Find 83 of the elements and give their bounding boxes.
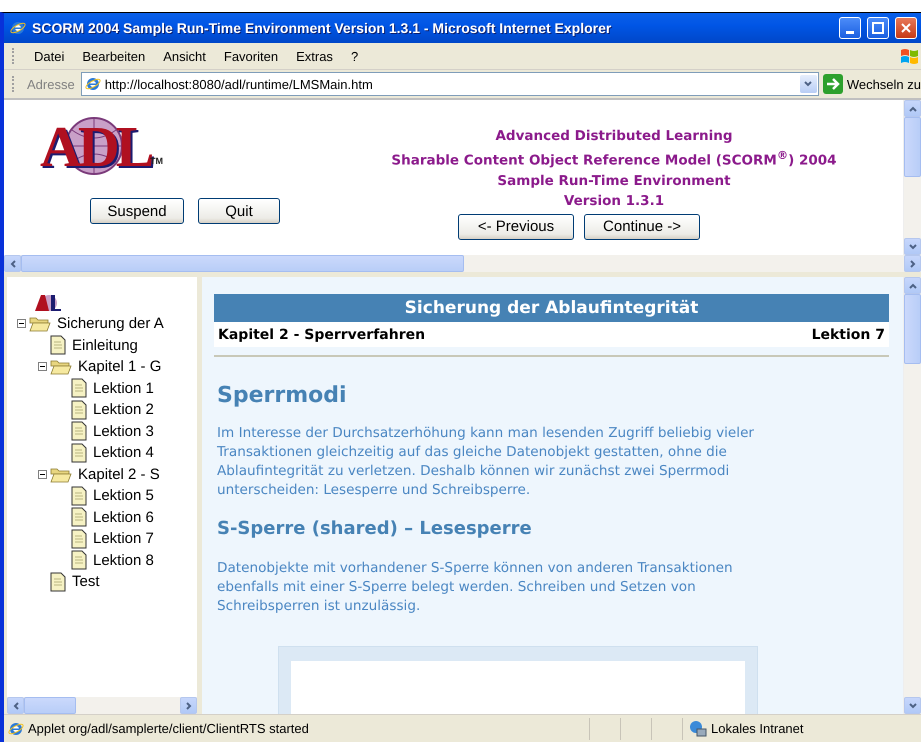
minimize-icon <box>846 30 854 34</box>
minimize-button[interactable] <box>839 17 861 39</box>
maximize-icon <box>872 22 884 34</box>
browser-icon <box>8 720 24 736</box>
header-button[interactable]: Suspend <box>90 198 184 224</box>
navigation-button[interactable]: Continue -> <box>584 214 700 240</box>
navigation-button[interactable]: <- Previous <box>458 214 574 240</box>
tree-item[interactable]: Test <box>72 573 100 590</box>
section-heading: Sperrmodi <box>217 383 347 408</box>
horizontal-scrollbar[interactable] <box>7 697 197 714</box>
body-paragraph: Im Interesse der Durchsatzerhöhung kann man lesenden Zugriff beliebig vieler Transaktionen gleichzeitig auf das gleiche Datenobjekt gestatten, ohne die Ablaufintegrität zu verletzen. Deshalb können wir zunächst zwei Sperrmodi unterscheiden: Lesesperre und Schreibsperre. <box>217 424 756 500</box>
header-title: Advanced Distributed Learning <box>495 127 733 146</box>
tree-item[interactable]: Lektion 1 <box>93 380 154 397</box>
zone-label: Lokales Intranet <box>711 721 804 736</box>
document-icon <box>71 421 87 442</box>
logo: ADLTM <box>39 113 164 181</box>
tree-item[interactable]: Lektion 3 <box>93 422 154 440</box>
scrollbar-thumb[interactable] <box>21 255 464 272</box>
open-folder-icon <box>29 315 51 332</box>
menu-item[interactable]: Datei <box>27 46 72 66</box>
tree-item[interactable]: Kapitel 2 - S <box>78 466 160 483</box>
scrollbar-thumb[interactable] <box>904 117 921 177</box>
go-button[interactable]: Wechseln zu <box>846 76 921 92</box>
scrollbar-thumb[interactable] <box>24 697 76 714</box>
tree-item[interactable]: Lektion 4 <box>93 444 154 462</box>
document-icon <box>71 378 87 398</box>
vertical-scrollbar[interactable] <box>903 100 921 255</box>
tree-item[interactable]: Einleitung <box>72 336 138 354</box>
arrow-down-icon <box>908 242 918 252</box>
document-icon <box>71 550 87 570</box>
arrow-down-icon <box>908 700 918 710</box>
status-message: Applet org/adl/samplerte/client/ClientRTS started <box>28 721 309 736</box>
arrow-right-icon <box>908 258 918 268</box>
menu-item[interactable]: Extras <box>289 46 340 66</box>
document-icon <box>71 442 87 463</box>
tree-item[interactable]: Lektion 7 <box>93 530 154 548</box>
header-title: Version 1.3.1 <box>564 192 664 210</box>
menu-item[interactable]: Ansicht <box>156 46 213 66</box>
browser-icon <box>84 76 101 92</box>
close-icon <box>900 22 912 34</box>
address-label: Adresse <box>27 76 75 92</box>
collapse-toggle[interactable] <box>38 470 47 479</box>
window-title: SCORM 2004 Sample Run-Time Environment Version 1.3.1 - Microsoft Internet Explorer <box>32 20 612 36</box>
windows-flag-icon <box>899 46 921 66</box>
dropdown-button[interactable] <box>800 75 817 93</box>
arrow-right-icon <box>184 700 194 710</box>
address-field[interactable]: http://localhost:8080/adl/runtime/LMSMain.htm <box>80 72 819 96</box>
subsection-heading: S-Sperre (shared) – Lesesperre <box>217 518 532 539</box>
document-icon <box>71 400 87 420</box>
tree-item[interactable]: Lektion 2 <box>93 401 154 418</box>
open-folder-icon <box>50 466 72 483</box>
browser-icon <box>10 20 26 36</box>
vertical-scrollbar[interactable] <box>903 277 921 714</box>
scrollbar-thumb[interactable] <box>904 294 921 364</box>
lesson-label: Lektion 7 <box>812 326 885 342</box>
horizontal-scrollbar[interactable] <box>4 255 921 272</box>
collapse-toggle[interactable] <box>38 362 47 372</box>
header-button[interactable]: Quit <box>198 198 280 224</box>
document-icon <box>71 528 87 549</box>
open-folder-icon <box>50 358 72 376</box>
network-icon <box>689 720 707 738</box>
tree-item[interactable]: Lektion 8 <box>93 552 154 569</box>
header-title: Sharable Content Object Reference Model (SCORM$^{®}$) 2004 <box>391 148 837 170</box>
page-title: Sicherung der Ablaufintegrität <box>214 294 889 322</box>
maximize-button[interactable] <box>867 17 889 39</box>
document-icon <box>71 486 87 506</box>
document-icon <box>71 507 87 528</box>
logo-icon <box>33 293 61 313</box>
menu-item[interactable]: Bearbeiten <box>75 46 152 66</box>
arrow-down-icon <box>803 79 814 89</box>
body-paragraph: Datenobjekte mit vorhandener S-Sperre können von anderen Transaktionen ebenfalls mit einer S-Sperre belegt werden. Schreiben und Setzen von Schreibsperren ist unzulässig. <box>217 559 734 616</box>
menu-item[interactable]: ? <box>344 46 366 66</box>
tree-item[interactable]: Kapitel 1 - G <box>78 358 162 376</box>
header-title: Sample Run-Time Environment <box>497 172 731 190</box>
menu-item[interactable]: Favoriten <box>216 46 286 66</box>
tree-item[interactable]: Lektion 5 <box>93 487 154 504</box>
document-icon <box>50 335 66 356</box>
close-button[interactable] <box>895 17 917 39</box>
collapse-toggle[interactable] <box>17 319 26 328</box>
chapter-label: Kapitel 2 - Sperrverfahren <box>218 326 426 342</box>
tree-item[interactable]: Lektion 6 <box>93 508 154 526</box>
tree-item[interactable]: Sicherung der A <box>57 315 164 332</box>
document-icon <box>50 572 66 592</box>
